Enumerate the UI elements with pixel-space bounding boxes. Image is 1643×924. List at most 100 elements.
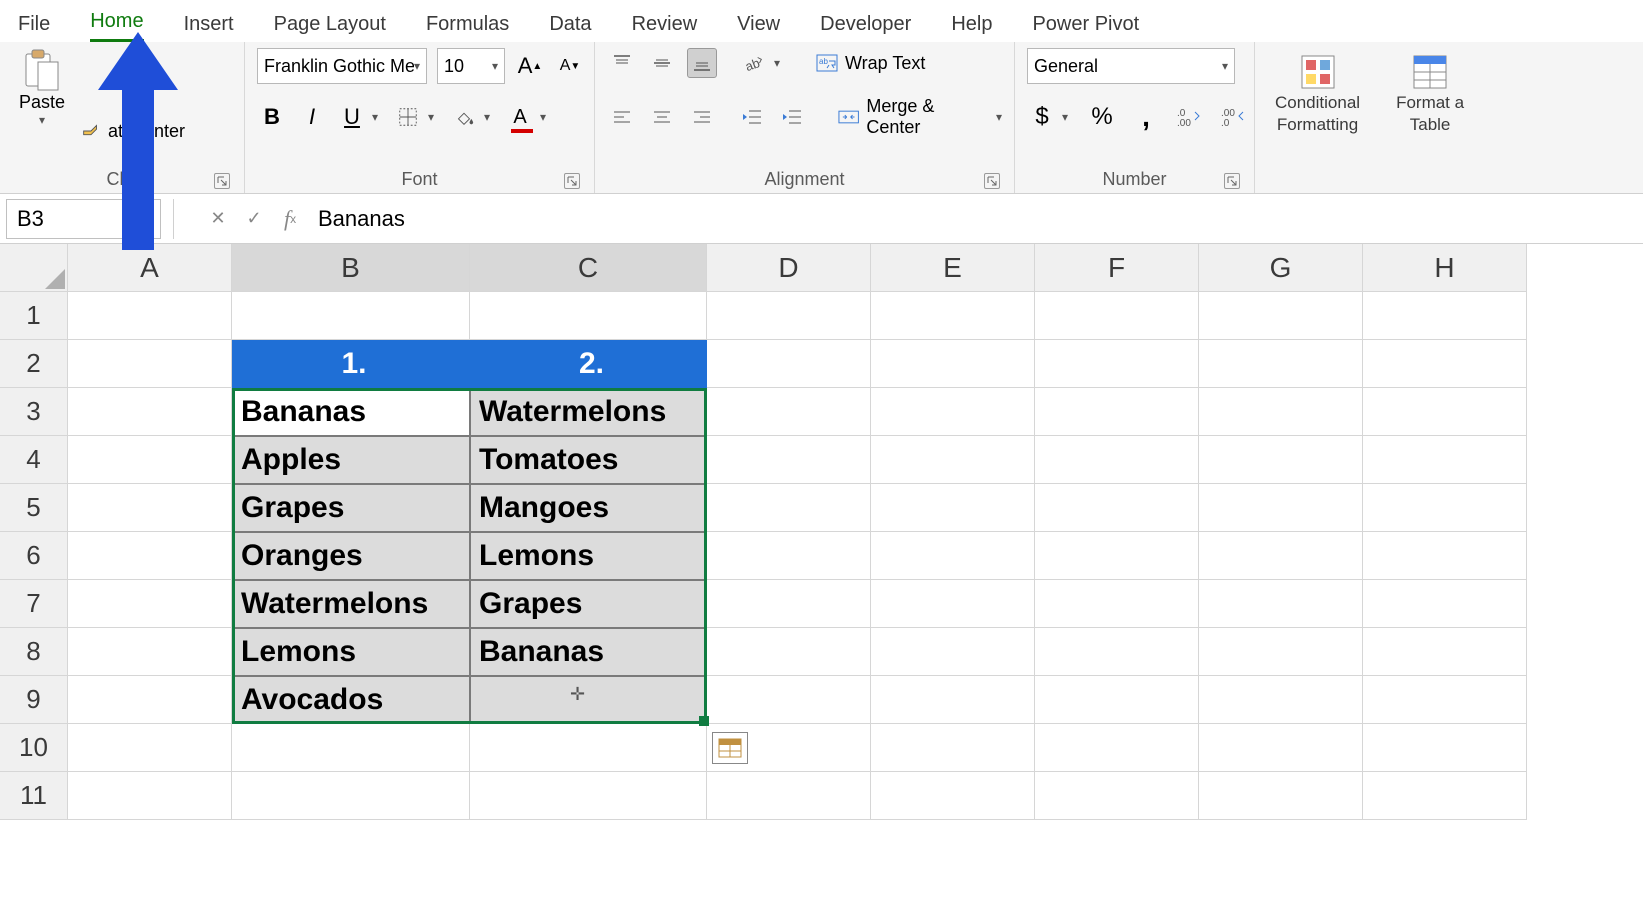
cell[interactable]: Watermelons [470, 388, 707, 436]
cell[interactable] [1199, 724, 1363, 772]
cell[interactable] [871, 292, 1035, 340]
cell[interactable]: Tomatoes [470, 436, 707, 484]
cell[interactable] [1199, 484, 1363, 532]
cell[interactable] [68, 484, 232, 532]
tab-developer[interactable]: Developer [820, 13, 911, 42]
cell[interactable] [470, 772, 707, 820]
cell[interactable] [1363, 436, 1527, 484]
cell[interactable] [1199, 292, 1363, 340]
cell[interactable] [1199, 388, 1363, 436]
cell[interactable] [68, 292, 232, 340]
row-header-6[interactable]: 6 [0, 532, 68, 580]
decrease-font-button[interactable]: A▼ [555, 51, 585, 81]
cell[interactable] [871, 388, 1035, 436]
quick-analysis-button[interactable] [712, 732, 748, 764]
cell[interactable] [68, 676, 232, 724]
font-name-select[interactable]: Franklin Gothic Me ▾ [257, 48, 427, 84]
cell[interactable] [1035, 532, 1199, 580]
font-launcher[interactable] [564, 173, 580, 189]
decrease-indent-button[interactable] [737, 102, 767, 132]
cell[interactable]: Apples [232, 436, 470, 484]
cell[interactable]: 1. [232, 340, 470, 388]
tab-data[interactable]: Data [549, 13, 591, 42]
tab-page-layout[interactable]: Page Layout [274, 13, 386, 42]
enter-formula-button[interactable]: ✓ [236, 201, 272, 237]
copy-button[interactable] [80, 84, 185, 114]
tab-view[interactable]: View [737, 13, 780, 42]
align-center-button[interactable] [647, 102, 677, 132]
cell[interactable] [232, 292, 470, 340]
format-as-table-button[interactable]: Format a Table [1388, 48, 1472, 140]
cell[interactable] [1035, 772, 1199, 820]
wrap-text-button[interactable]: ab Wrap Text [815, 51, 925, 75]
cell[interactable] [1363, 724, 1527, 772]
cell[interactable] [470, 724, 707, 772]
cell[interactable] [1035, 292, 1199, 340]
cell[interactable] [1035, 628, 1199, 676]
cell[interactable] [470, 676, 707, 724]
fill-color-button[interactable] [449, 102, 479, 132]
insert-function-button[interactable]: fx [272, 201, 308, 237]
font-color-button[interactable]: A [505, 102, 535, 132]
cell[interactable] [68, 580, 232, 628]
cell[interactable] [1199, 436, 1363, 484]
tab-review[interactable]: Review [632, 13, 698, 42]
accounting-split[interactable]: ▾ [1057, 102, 1073, 132]
cell[interactable] [1363, 676, 1527, 724]
format-painter-button[interactable]: at Painter [80, 120, 185, 142]
row-header-7[interactable]: 7 [0, 580, 68, 628]
tab-file[interactable]: File [18, 13, 50, 42]
alignment-launcher[interactable] [984, 173, 1000, 189]
cell[interactable] [68, 340, 232, 388]
cell[interactable] [1199, 532, 1363, 580]
row-header-10[interactable]: 10 [0, 724, 68, 772]
name-box[interactable]: B3 ▾ [6, 199, 161, 239]
cell[interactable] [1199, 676, 1363, 724]
underline-button[interactable]: U [337, 102, 367, 132]
bold-button[interactable]: B [257, 102, 287, 132]
cell[interactable] [871, 676, 1035, 724]
cell[interactable]: Mangoes [470, 484, 707, 532]
cell[interactable] [707, 580, 871, 628]
col-header-A[interactable]: A [68, 244, 232, 292]
cell[interactable]: Lemons [232, 628, 470, 676]
cell[interactable] [707, 676, 871, 724]
col-header-F[interactable]: F [1035, 244, 1199, 292]
cell[interactable] [871, 436, 1035, 484]
italic-button[interactable]: I [297, 102, 327, 132]
cell[interactable] [1035, 436, 1199, 484]
cell[interactable] [68, 532, 232, 580]
cell[interactable]: Grapes [470, 580, 707, 628]
clipboard-launcher[interactable] [214, 173, 230, 189]
borders-split[interactable]: ▾ [423, 102, 439, 132]
cell[interactable] [1363, 292, 1527, 340]
comma-style-button[interactable]: , [1131, 102, 1161, 132]
row-header-3[interactable]: 3 [0, 388, 68, 436]
cell[interactable] [68, 436, 232, 484]
row-header-8[interactable]: 8 [0, 628, 68, 676]
cell[interactable] [871, 484, 1035, 532]
tab-home[interactable]: Home [90, 10, 143, 42]
cell[interactable] [1199, 772, 1363, 820]
align-top-button[interactable] [607, 48, 637, 78]
cell[interactable] [68, 388, 232, 436]
percent-button[interactable]: % [1087, 102, 1117, 132]
cell[interactable]: Watermelons [232, 580, 470, 628]
cell[interactable] [871, 628, 1035, 676]
cell[interactable] [1035, 484, 1199, 532]
font-color-split[interactable]: ▾ [535, 102, 551, 132]
cell[interactable] [871, 532, 1035, 580]
cell[interactable] [1199, 628, 1363, 676]
cell[interactable] [871, 772, 1035, 820]
cell[interactable] [707, 484, 871, 532]
cell[interactable]: Grapes [232, 484, 470, 532]
cell[interactable] [1363, 772, 1527, 820]
cell[interactable] [1035, 388, 1199, 436]
cell[interactable] [1363, 388, 1527, 436]
row-header-2[interactable]: 2 [0, 340, 68, 388]
cancel-formula-button[interactable]: ✕ [200, 201, 236, 237]
increase-indent-button[interactable] [777, 102, 807, 132]
cell[interactable] [707, 436, 871, 484]
row-header-11[interactable]: 11 [0, 772, 68, 820]
cell[interactable] [1035, 676, 1199, 724]
